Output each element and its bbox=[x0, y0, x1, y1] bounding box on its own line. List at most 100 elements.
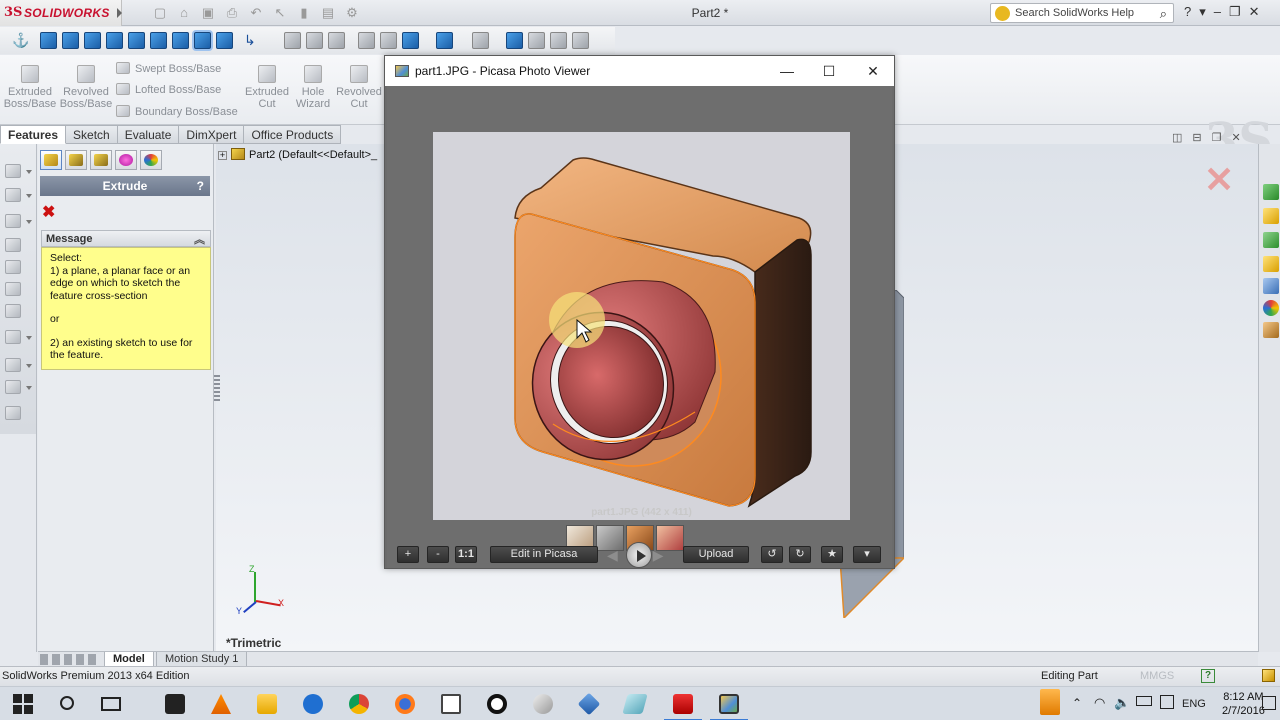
star-button[interactable]: ★ bbox=[821, 546, 843, 563]
section-view-icon[interactable] bbox=[358, 32, 375, 49]
rectangle-tool-icon[interactable] bbox=[5, 238, 21, 252]
split-horizontal-icon[interactable]: ⊟ bbox=[1192, 131, 1201, 144]
dimxpert-manager-tab[interactable] bbox=[115, 150, 137, 170]
search-input[interactable]: Search SolidWorks Help bbox=[1015, 7, 1134, 19]
arc-tool-icon[interactable] bbox=[5, 282, 21, 296]
upload-button[interactable]: Upload bbox=[683, 546, 749, 563]
minimize-button[interactable]: — bbox=[765, 60, 809, 82]
help-dropdown-icon[interactable]: ▾ bbox=[1199, 4, 1206, 20]
trim-tool-icon[interactable] bbox=[5, 358, 21, 372]
anchor-icon[interactable]: ⚓ bbox=[12, 32, 29, 49]
maximize-button[interactable]: ☐ bbox=[807, 60, 851, 82]
view-back-icon[interactable] bbox=[62, 32, 79, 49]
expand-icon[interactable]: + bbox=[218, 151, 227, 160]
convert-entities-icon[interactable] bbox=[5, 380, 21, 394]
edit-in-picasa-button[interactable]: Edit in Picasa bbox=[490, 546, 598, 563]
smart-dimension-icon[interactable] bbox=[5, 188, 21, 202]
appearances-icon[interactable] bbox=[1263, 300, 1279, 316]
taskbar-chrome[interactable] bbox=[336, 687, 382, 720]
extruded-boss-button[interactable]: Extruded Boss/Base bbox=[2, 65, 58, 110]
lofted-boss-button[interactable]: Lofted Boss/Base bbox=[116, 83, 221, 96]
quick-tips-icon[interactable]: ? bbox=[1201, 669, 1215, 683]
tab-dimxpert[interactable]: DimXpert bbox=[179, 125, 245, 144]
help-icon[interactable]: ? bbox=[1184, 4, 1191, 20]
tab-sketch[interactable]: Sketch bbox=[66, 125, 118, 144]
view-orientation-icon[interactable] bbox=[380, 32, 397, 49]
taskbar-clock[interactable]: 8:12 AM 2/7/2016 bbox=[1222, 690, 1265, 718]
taskbar-opera[interactable] bbox=[474, 687, 520, 720]
hide-show-items-icon[interactable] bbox=[436, 32, 453, 49]
view-right-icon[interactable] bbox=[106, 32, 123, 49]
boundary-boss-button[interactable]: Boundary Boss/Base bbox=[116, 105, 238, 118]
restore-icon[interactable]: ❐ bbox=[1229, 4, 1241, 20]
start-button[interactable] bbox=[0, 687, 46, 720]
view-front-icon[interactable] bbox=[40, 32, 57, 49]
cancel-button[interactable]: ✖ bbox=[42, 202, 55, 222]
help-search-box[interactable]: Search SolidWorks Help ⌕ bbox=[990, 3, 1174, 23]
zoom-area-icon[interactable] bbox=[306, 32, 323, 49]
search-button[interactable] bbox=[44, 687, 90, 720]
picasa-titlebar[interactable]: part1.JPG - Picasa Photo Viewer — ☐ ✕ bbox=[385, 56, 894, 86]
rotate-right-button[interactable]: ↻ bbox=[789, 546, 811, 563]
design-library-icon[interactable] bbox=[1263, 232, 1279, 248]
sketch-tool-icon[interactable] bbox=[5, 164, 21, 178]
more-options-button[interactable]: ▾ bbox=[853, 546, 881, 563]
photo-part1[interactable] bbox=[433, 132, 850, 520]
configuration-manager-tab[interactable] bbox=[90, 150, 112, 170]
show-hidden-icons[interactable]: ⌃ bbox=[1072, 696, 1082, 710]
display-manager-tab[interactable] bbox=[140, 150, 162, 170]
apply-scene-icon[interactable] bbox=[506, 32, 523, 49]
revolved-boss-button[interactable]: Revolved Boss/Base bbox=[58, 65, 114, 110]
home-icon[interactable] bbox=[1263, 208, 1279, 224]
zoom-out-button[interactable]: - bbox=[427, 546, 449, 563]
file-explorer-icon[interactable] bbox=[1263, 256, 1279, 272]
previous-view-icon[interactable] bbox=[328, 32, 345, 49]
tab-motion-study[interactable]: Motion Study 1 bbox=[156, 652, 248, 667]
offset-entities-icon[interactable] bbox=[5, 406, 21, 420]
line-tool-icon[interactable] bbox=[5, 214, 21, 228]
zoom-in-button[interactable]: + bbox=[397, 546, 419, 563]
language-indicator[interactable]: ENG bbox=[1182, 698, 1206, 710]
view-trimetric-icon[interactable] bbox=[194, 32, 211, 49]
custom-properties-icon[interactable] bbox=[1263, 322, 1279, 338]
shadows-icon[interactable] bbox=[572, 32, 589, 49]
view-settings-icon[interactable] bbox=[528, 32, 545, 49]
notification-app-icon[interactable] bbox=[1040, 689, 1060, 715]
message-section-header[interactable]: Message ︽ bbox=[41, 230, 211, 247]
taskbar-notes[interactable] bbox=[612, 687, 658, 720]
feature-manager-tab[interactable] bbox=[40, 150, 62, 170]
tab-scroll-arrows-icon[interactable] bbox=[40, 654, 100, 665]
rotate-left-button[interactable]: ↺ bbox=[761, 546, 783, 563]
tab-model[interactable]: Model bbox=[104, 652, 154, 667]
wifi-icon[interactable]: ◠ bbox=[1094, 695, 1105, 711]
panel-splitter-handle[interactable] bbox=[214, 375, 220, 403]
view-dimetric-icon[interactable] bbox=[216, 32, 233, 49]
minimize-icon[interactable]: – bbox=[1214, 4, 1221, 20]
taskbar-vlc[interactable] bbox=[198, 687, 244, 720]
cancel-edit-icon[interactable]: ✕ bbox=[1204, 162, 1234, 198]
actual-size-button[interactable]: 1:1 bbox=[455, 546, 477, 563]
taskbar-virtualbox[interactable] bbox=[566, 687, 612, 720]
tab-features[interactable]: Features bbox=[0, 125, 67, 144]
edit-appearance-icon[interactable] bbox=[472, 32, 489, 49]
restore-doc-icon[interactable]: ❐ bbox=[1212, 131, 1222, 144]
taskbar-edge[interactable] bbox=[290, 687, 336, 720]
display-style-icon[interactable] bbox=[402, 32, 419, 49]
collapse-icon[interactable]: ︽ bbox=[194, 231, 205, 247]
taskbar-file-explorer[interactable] bbox=[244, 687, 290, 720]
close-icon[interactable]: ✕ bbox=[1249, 4, 1260, 20]
normal-to-icon[interactable]: ↳ bbox=[244, 32, 261, 49]
rebuild-status-icon[interactable] bbox=[1262, 669, 1275, 682]
task-view-button[interactable] bbox=[88, 687, 134, 720]
revolved-cut-button[interactable]: Revolved Cut bbox=[331, 65, 387, 110]
taskbar-notepad[interactable] bbox=[428, 687, 474, 720]
volume-icon[interactable]: 🔈 bbox=[1114, 695, 1130, 711]
circle-tool-icon[interactable] bbox=[5, 260, 21, 274]
taskbar-firefox[interactable] bbox=[382, 687, 428, 720]
solidworks-resources-icon[interactable] bbox=[1263, 184, 1279, 200]
spline-tool-icon[interactable] bbox=[5, 304, 21, 318]
battery-icon[interactable] bbox=[1136, 696, 1152, 706]
action-center-icon[interactable] bbox=[1262, 696, 1276, 710]
taskbar-picasa[interactable] bbox=[706, 687, 752, 720]
help-button[interactable]: ? bbox=[197, 176, 204, 196]
